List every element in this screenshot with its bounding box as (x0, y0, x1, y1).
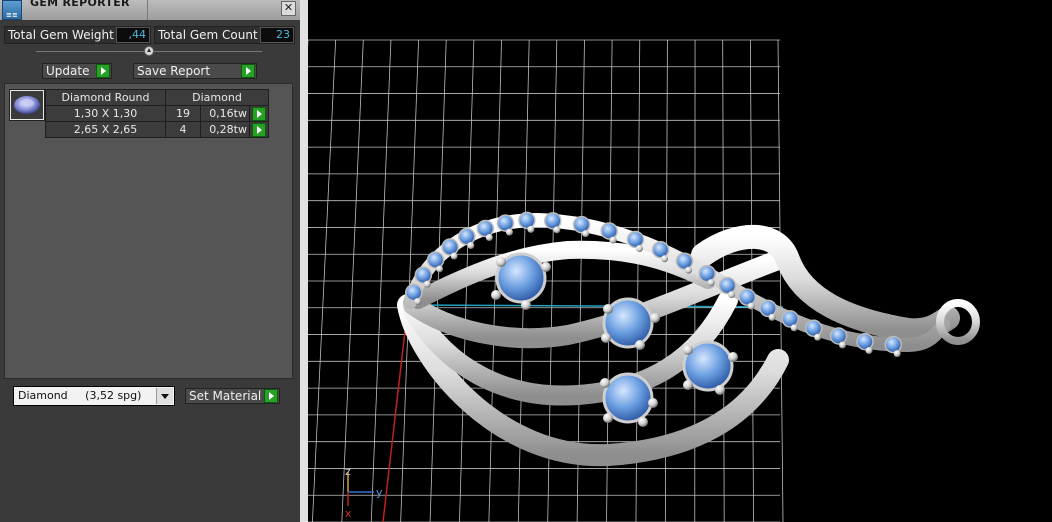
pave-diamond (404, 283, 423, 302)
row-action-cell (249, 121, 269, 138)
header-cut: Diamond Round (45, 89, 166, 106)
center-diamond[interactable] (682, 340, 738, 395)
pave-diamond (441, 238, 459, 256)
pave-diamond (856, 332, 874, 351)
gizmo-z-label: z (345, 465, 351, 478)
material-density: (3,52 spg) (85, 389, 142, 402)
title-bar: ≡≡ GEM REPORTER ✕ (0, 0, 300, 20)
pave-diamond (458, 227, 476, 246)
pave-diamond (626, 230, 645, 249)
prong-bead (727, 291, 735, 299)
select-row-play-icon[interactable] (252, 123, 266, 137)
total-gem-count-value: 23 (260, 27, 294, 43)
prong-bead (527, 225, 535, 233)
pave-diamond (476, 219, 495, 238)
pave-diamond (544, 212, 562, 230)
total-gem-weight-value: ,44 (116, 27, 150, 43)
prong-bead (839, 341, 847, 349)
save-report-button-label: Save Report (137, 64, 211, 78)
prong-bead (790, 324, 798, 332)
3d-viewport[interactable]: z y x (308, 0, 1052, 522)
total-gem-weight-text: Total Gem Weight (8, 28, 114, 42)
pave-diamond (600, 222, 618, 240)
pave-diamond (829, 327, 848, 345)
round-diamond-icon[interactable] (9, 89, 45, 121)
gem-reporter-app-icon: ≡≡ (2, 0, 22, 20)
pave-diamond (675, 252, 694, 270)
close-icon[interactable]: ✕ (281, 1, 296, 16)
select-row-play-icon[interactable] (252, 107, 266, 121)
set-material-button-label: Set Material (189, 389, 262, 403)
gem-count: 19 (165, 105, 201, 122)
prong-bead (423, 280, 431, 288)
prong-bead (814, 333, 822, 341)
prong-bead (582, 230, 590, 238)
gem-count: 4 (165, 121, 201, 138)
header-material: Diamond (165, 89, 269, 106)
gizmo-x-label: x (345, 507, 352, 520)
collapse-toggle-icon[interactable] (144, 46, 154, 56)
prong-bead (893, 350, 901, 358)
panel-splitter[interactable] (300, 0, 308, 522)
gem-weight: 0,16tw (200, 105, 250, 122)
prong-bead (747, 302, 755, 310)
gem-reporter-panel: ≡≡ GEM REPORTER ✕ Total Gem Weight ,44 T… (0, 0, 300, 522)
axis-gizmo: z y x (345, 465, 383, 520)
pave-diamond (759, 299, 777, 318)
prong-bead (684, 266, 692, 274)
pave-diamond (738, 288, 756, 306)
x-axis-line (382, 304, 409, 522)
pave-diamond (426, 251, 445, 269)
prong-bead (661, 255, 669, 263)
row-action-cell (249, 105, 269, 122)
pave-diamond (414, 266, 433, 284)
save-report-play-icon[interactable] (241, 64, 255, 78)
prong-bead (414, 298, 422, 306)
prong-bead (707, 279, 715, 287)
table-row[interactable]: 1,30 X 1,30 19 0,16tw (45, 105, 269, 122)
material-name: Diamond (18, 389, 68, 402)
prong-bead (553, 226, 561, 234)
set-material-play-icon[interactable] (264, 389, 278, 403)
pave-diamond (884, 335, 902, 354)
prong-bead (436, 265, 444, 273)
prong-bead (450, 252, 458, 260)
gem-size: 2,65 X 2,65 (45, 121, 166, 138)
chevron-down-icon[interactable] (156, 388, 173, 404)
pave-diamond (718, 276, 737, 295)
window-title: GEM REPORTER (30, 0, 130, 9)
pave-diamond (496, 214, 515, 232)
prong-bead (865, 347, 873, 355)
pave-diamond (804, 319, 823, 338)
prong-bead (609, 236, 617, 244)
update-button-label: Update (46, 64, 90, 78)
gem-table: Diamond Round Diamond 1,30 X 1,30 19 0,1… (45, 89, 269, 138)
pave-diamond (518, 211, 536, 230)
table-row[interactable]: 2,65 X 2,65 4 0,28tw (45, 121, 269, 138)
gem-size: 1,30 X 1,30 (45, 105, 166, 122)
save-report-button[interactable]: Save Report (133, 63, 257, 79)
pave-diamond (651, 240, 670, 259)
material-select[interactable]: Diamond (3,52 spg) (13, 386, 175, 406)
prong-bead (636, 245, 643, 252)
gem-table-header: Diamond Round Diamond (45, 89, 269, 106)
prong-bead (467, 242, 475, 250)
pave-diamond (781, 310, 799, 328)
pave-diamond (698, 264, 716, 283)
total-gem-count-text: Total Gem Count (158, 28, 258, 42)
pave-diamond (572, 215, 591, 234)
gem-weight: 0,28tw (200, 121, 250, 138)
prong-bead (485, 234, 493, 242)
viewport-canvas[interactable]: z y x (308, 0, 1052, 522)
title-divider (147, 0, 148, 20)
gizmo-y-label: y (376, 486, 383, 499)
prong-bead (505, 228, 513, 236)
update-play-icon[interactable] (96, 64, 110, 78)
prong-bead (768, 313, 776, 321)
